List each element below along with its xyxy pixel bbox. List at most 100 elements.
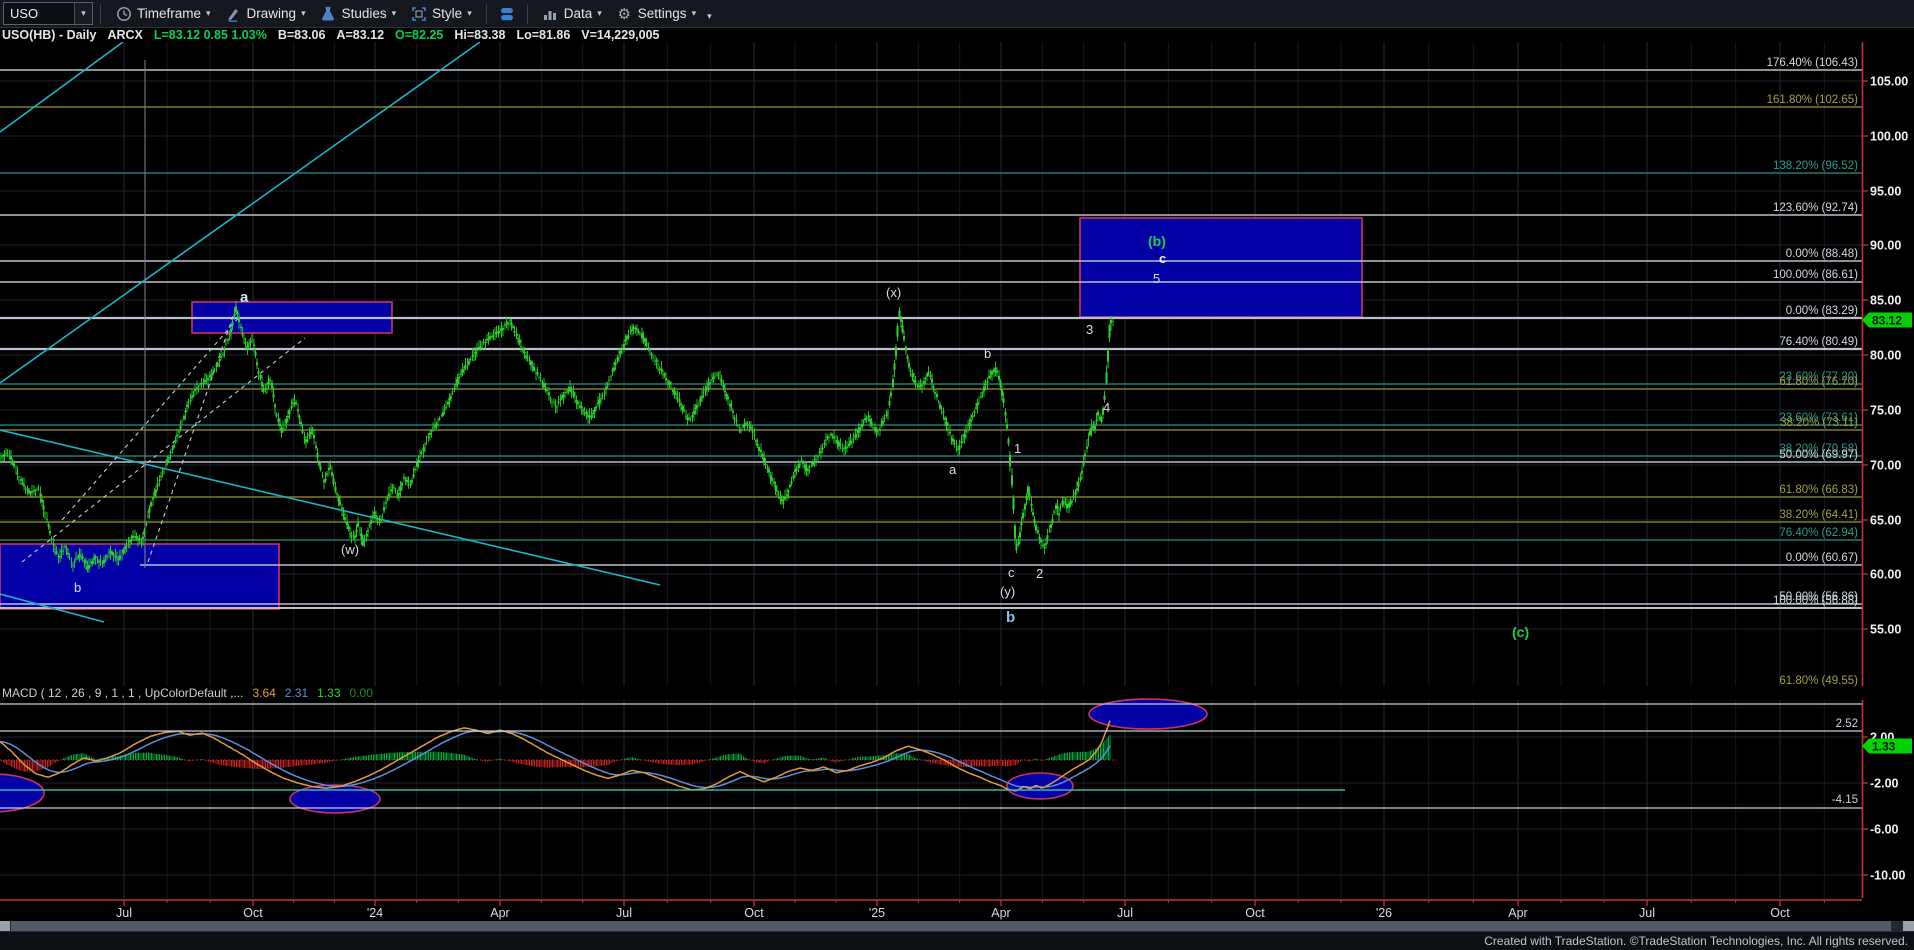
time-axis-label: '25 <box>869 906 885 920</box>
wave-label: (x) <box>886 285 901 300</box>
price-axis-label: 55.00 <box>1870 623 1901 637</box>
fib-label: 38.20% (73.11) <box>1780 417 1858 429</box>
drawn-ellipse[interactable] <box>0 774 44 812</box>
fib-label: 61.80% (76.70) <box>1779 376 1858 388</box>
wave-label: (w) <box>341 542 359 557</box>
macd-panel <box>0 699 1862 813</box>
wave-label: 2 <box>1036 566 1043 581</box>
macd-hline-label: -4.15 <box>1832 794 1858 806</box>
time-axis-label: Apr <box>1508 906 1527 920</box>
trendline[interactable] <box>0 42 123 132</box>
menu-drawing-label: Drawing <box>247 6 297 21</box>
fib-label: 100.00% (56.88) <box>1773 595 1858 607</box>
chevron-down-icon: ▾ <box>692 9 697 18</box>
last-price-tag: 83.12 <box>1862 313 1912 328</box>
fib-label: 50.00% (69.97) <box>1779 449 1858 461</box>
dashed-trendline[interactable] <box>62 316 240 520</box>
price-axis-label: -10.00 <box>1870 869 1905 883</box>
scrollbar-thumb[interactable] <box>11 921 1891 931</box>
style-frame-icon <box>410 5 427 22</box>
svg-text:1.33: 1.33 <box>1872 740 1896 754</box>
toolbar: USO ▾ Timeframe ▾ Drawing ▾ Studies ▾ <box>0 0 1914 28</box>
symbol-combo[interactable]: USO ▾ <box>3 2 93 25</box>
menu-data-label: Data <box>564 6 593 21</box>
fib-label: 38.20% (64.41) <box>1779 509 1858 521</box>
drawn-rectangle[interactable] <box>1080 218 1362 317</box>
chevron-down-icon: ▾ <box>392 9 397 18</box>
fib-label: 176.40% (106.43) <box>1767 57 1859 69</box>
wave-label: (b) <box>1148 233 1166 249</box>
quote-bid: B=83.06 <box>278 28 326 42</box>
quote-symbol: USO(HB) - Daily <box>2 28 96 42</box>
macd-value: 3.64 <box>252 686 275 700</box>
menu-style-label: Style <box>432 6 462 21</box>
wave-label: c <box>1159 251 1166 266</box>
svg-text:83.12: 83.12 <box>1872 314 1902 328</box>
dashed-trendline[interactable] <box>22 338 305 562</box>
candlestick-series <box>1 301 1113 573</box>
chevron-down-icon: ▾ <box>467 9 472 18</box>
menu-timeframe[interactable]: Timeframe ▾ <box>108 0 218 27</box>
price-axis-label: 90.00 <box>1870 239 1901 253</box>
wave-label: (c) <box>1512 624 1529 640</box>
dashed-trendline[interactable] <box>148 308 236 562</box>
gear-icon: ⚙ <box>616 5 633 22</box>
toolbar-divider <box>100 4 101 24</box>
fib-label: 123.60% (92.74) <box>1773 202 1858 214</box>
time-axis-label: '26 <box>1376 906 1392 920</box>
menu-studies-label: Studies <box>342 6 387 21</box>
symbol-value: USO <box>4 6 74 21</box>
menu-studies[interactable]: Studies ▾ <box>313 0 404 27</box>
menu-data[interactable]: Data ▾ <box>535 0 609 27</box>
macd-avg-value: 2.31 <box>285 686 308 700</box>
menu-style[interactable]: Style ▾ <box>403 0 479 27</box>
time-axis-label: Apr <box>991 906 1010 920</box>
clock-icon <box>115 5 132 22</box>
price-axis-label: 105.00 <box>1870 75 1908 89</box>
macd-zero-value: 0.00 <box>350 686 373 700</box>
time-axis-label: Jul <box>616 906 632 920</box>
flask-icon <box>320 5 337 22</box>
price-axis-label: 65.00 <box>1870 514 1901 528</box>
quote-volume: V=14,229,005 <box>581 28 659 42</box>
menu-timeframe-label: Timeframe <box>137 6 201 21</box>
toolbar-divider <box>527 4 528 24</box>
fib-label: 0.00% (83.29) <box>1786 305 1858 317</box>
toolbar-divider <box>486 4 487 24</box>
fib-label: 61.80% (49.55) <box>1779 675 1858 687</box>
chart-canvas[interactable]: a(x)b(b)c5341ac2(y)b(w)b(c)105.00100.009… <box>0 0 1914 950</box>
wave-label: 4 <box>1103 400 1110 415</box>
fib-label: 76.40% (80.49) <box>1779 336 1858 348</box>
symbol-combo-arrow[interactable]: ▾ <box>74 3 92 24</box>
wave-label: b <box>984 346 991 361</box>
macd-hline-label: 2.52 <box>1836 718 1858 730</box>
quote-low: Lo=81.86 <box>516 28 570 42</box>
candlestick-icon <box>498 5 516 23</box>
candlestick-style-button[interactable] <box>494 3 520 25</box>
macd-indicator-header[interactable]: MACD ( 12 , 26 , 9 , 1 , 1 , UpColorDefa… <box>2 686 373 700</box>
wave-label: c <box>1008 565 1015 580</box>
time-axis-label: Oct <box>1245 906 1265 920</box>
horizontal-scrollbar[interactable] <box>0 921 1914 931</box>
toolbar-overflow-chevron[interactable]: ▾ <box>707 12 712 21</box>
time-axis-label: Oct <box>243 906 263 920</box>
bar-chart-icon <box>542 5 559 22</box>
time-axis-label: Oct <box>1770 906 1790 920</box>
menu-settings[interactable]: ⚙ Settings ▾ <box>609 0 703 27</box>
menu-drawing[interactable]: Drawing ▾ <box>218 0 313 27</box>
drawn-rectangle[interactable] <box>0 544 279 609</box>
wave-label: a <box>240 289 249 306</box>
price-axis-label: 85.00 <box>1870 294 1901 308</box>
fib-label: 76.40% (62.94) <box>1779 527 1858 539</box>
price-axis-label: 70.00 <box>1870 459 1901 473</box>
scrollbar-right-cap[interactable] <box>1903 921 1914 931</box>
price-axis-label: 95.00 <box>1870 185 1901 199</box>
quote-last: L=83.12 0.85 1.03% <box>154 28 267 42</box>
scrollbar-left-cap[interactable] <box>0 921 10 931</box>
price-axis-label: 60.00 <box>1870 568 1901 582</box>
macd-value-tag: 1.33 <box>1862 739 1912 754</box>
time-axis-label: '24 <box>367 906 383 920</box>
chevron-down-icon: ▾ <box>301 9 306 18</box>
wave-label: b <box>74 580 81 595</box>
quote-header: USO(HB) - Daily ARCX L=83.12 0.85 1.03% … <box>0 27 1914 42</box>
